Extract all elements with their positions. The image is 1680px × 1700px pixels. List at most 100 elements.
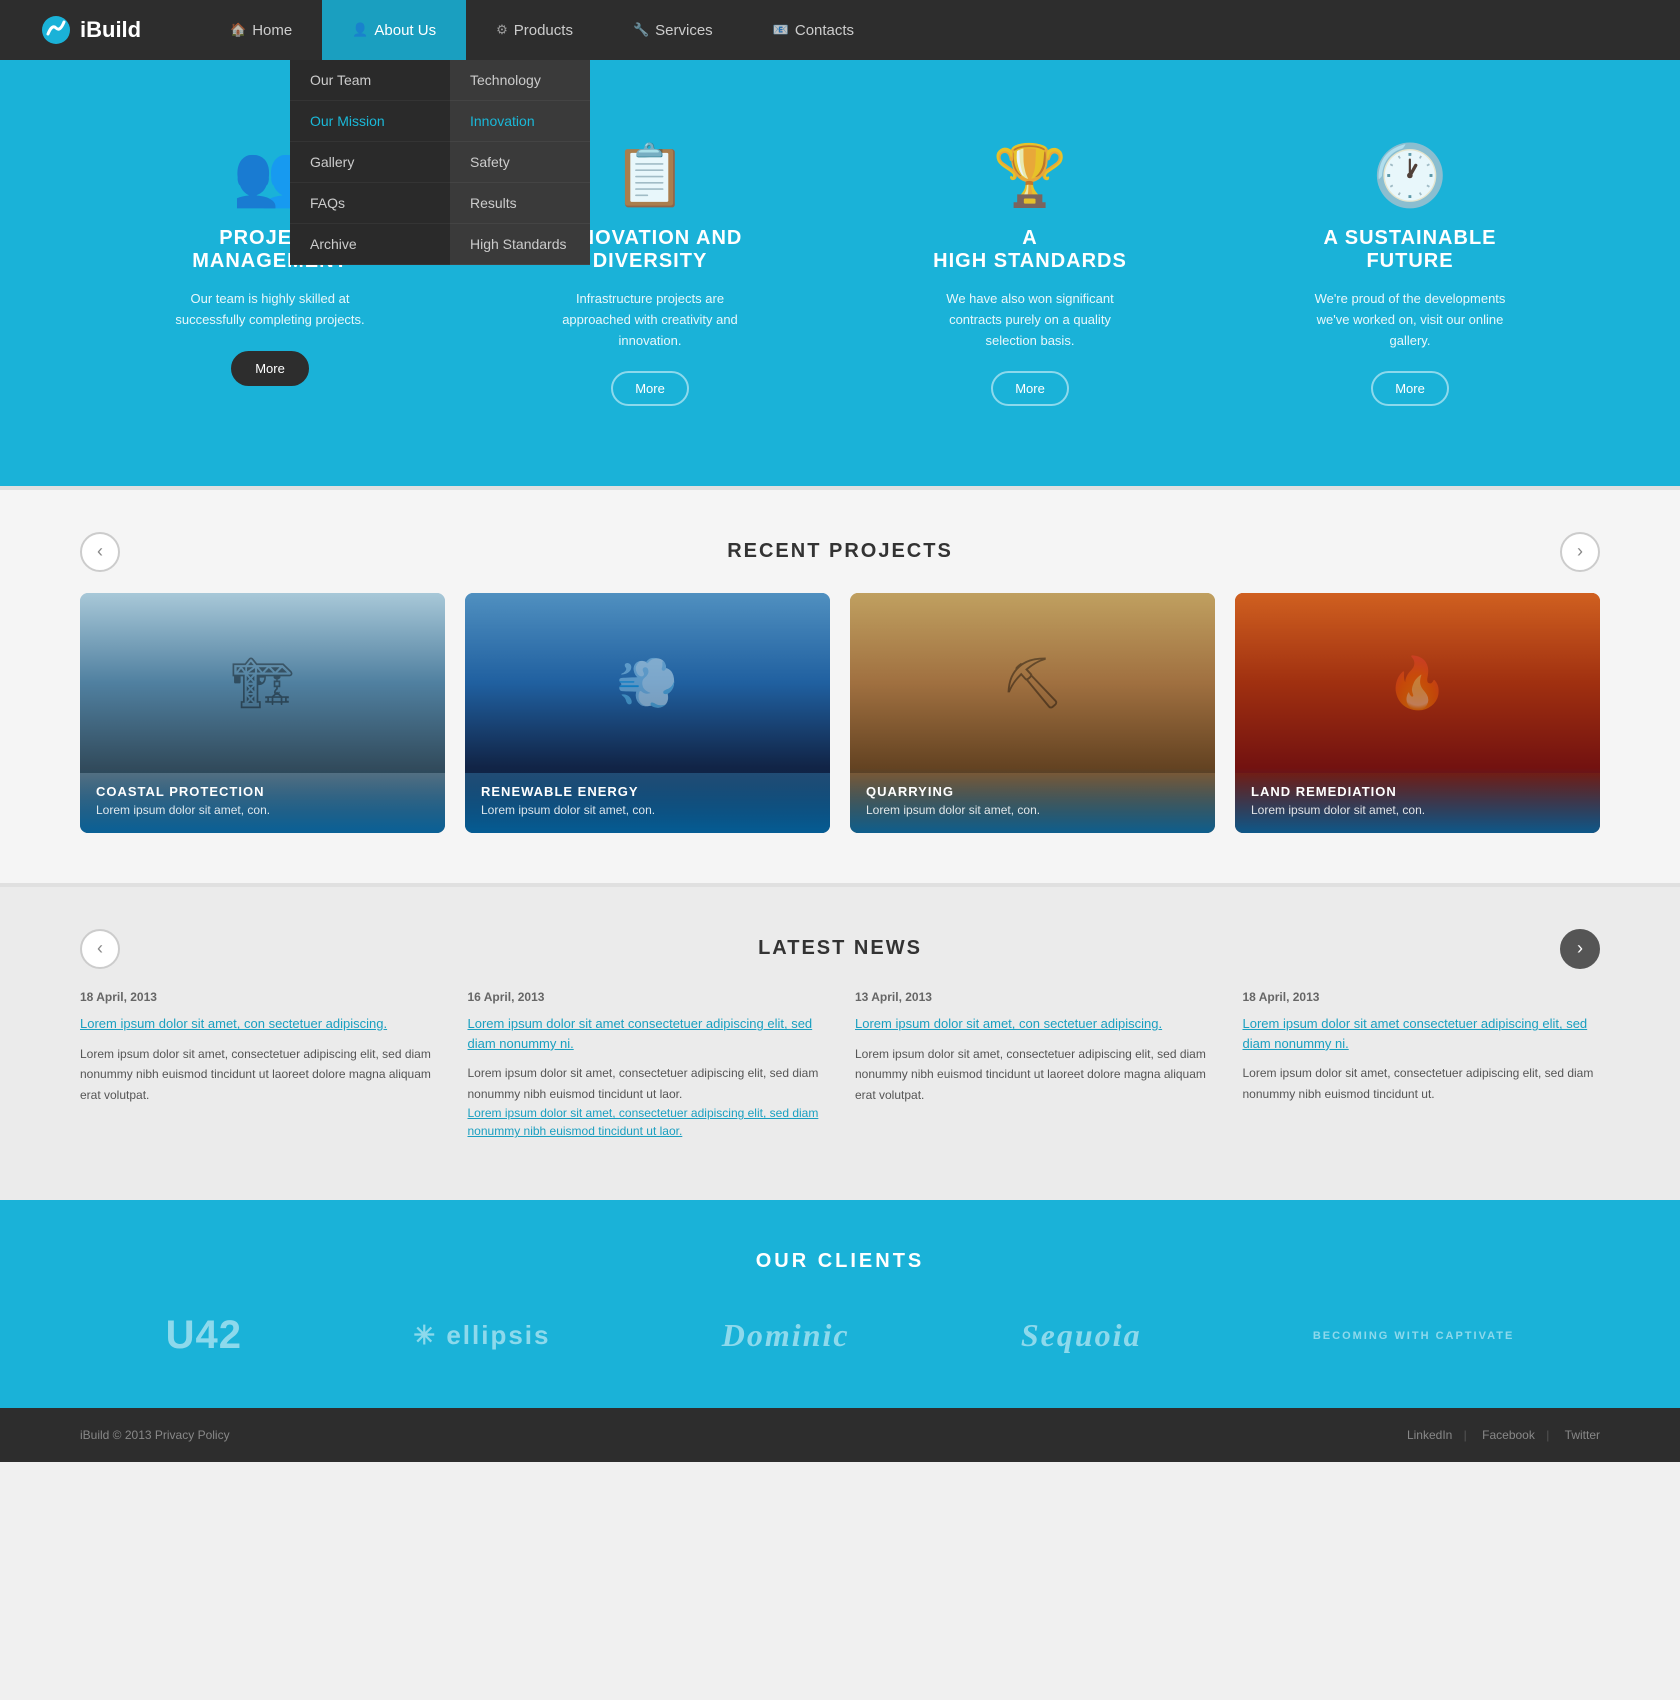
news-date-2: 13 April, 2013 [855,990,1213,1004]
footer-link-linkedin[interactable]: LinkedIn [1407,1428,1452,1442]
recent-projects-title: RECENT PROJECTS [727,540,953,563]
project-card-0[interactable]: 🏗 COASTAL PROTECTION Lorem ipsum dolor s… [80,593,445,833]
project-name-3: LAND REMEDIATION [1251,784,1584,799]
news-card-3: 18 April, 2013 Lorem ipsum dolor sit ame… [1243,990,1601,1150]
projects-grid: 🏗 COASTAL PROTECTION Lorem ipsum dolor s… [80,593,1600,833]
dropdown-item-ourteam[interactable]: Our Team [290,60,450,101]
clients-title: OUR CLIENTS [80,1250,1600,1273]
hero-title-3: A SUSTAINABLE FUTURE [1310,227,1510,273]
news-title-0[interactable]: Lorem ipsum dolor sit amet, con sectetue… [80,1014,438,1034]
project-overlay-1: RENEWABLE ENERGY Lorem ipsum dolor sit a… [465,768,830,833]
brand-logo[interactable]: iBuild [0,14,200,46]
client-logo-u42[interactable]: U42 [166,1313,242,1358]
brand-name: iBuild [80,17,141,43]
dropdown-item-highstandards[interactable]: High Standards [450,224,590,265]
recent-projects-section: ‹ RECENT PROJECTS › 🏗 COASTAL PROTECTION… [0,490,1680,883]
latest-news-header: ‹ LATEST NEWS › [80,937,1600,960]
hero-btn-0[interactable]: More [231,351,309,386]
project-desc-1: Lorem ipsum dolor sit amet, con. [481,803,814,817]
project-card-2[interactable]: ⛏ QUARRYING Lorem ipsum dolor sit amet, … [850,593,1215,833]
news-date-3: 18 April, 2013 [1243,990,1601,1004]
gear-icon: ⚙ [496,22,508,38]
news-card-0: 18 April, 2013 Lorem ipsum dolor sit ame… [80,990,438,1150]
hero-icon-2: 🏆 [930,140,1130,211]
recent-projects-header: ‹ RECENT PROJECTS › [80,540,1600,563]
dropdown-item-safety[interactable]: Safety [450,142,590,183]
project-card-3[interactable]: 🔥 LAND REMEDIATION Lorem ipsum dolor sit… [1235,593,1600,833]
project-overlay-3: LAND REMEDIATION Lorem ipsum dolor sit a… [1235,768,1600,833]
client-logo-sequoia[interactable]: Sequoia [1021,1317,1142,1354]
client-logo-captivate[interactable]: BECOMING WITH CAPTIVATE [1313,1330,1514,1342]
news-grid: 18 April, 2013 Lorem ipsum dolor sit ame… [80,990,1600,1150]
hero-desc-3: We're proud of the developments we've wo… [1310,289,1510,351]
dropdown-item-mission[interactable]: Our Mission [290,101,450,142]
projects-prev-button[interactable]: ‹ [80,532,120,572]
project-name-1: RENEWABLE ENERGY [481,784,814,799]
dropdown-col-2: Technology Innovation Safety Results Hig… [450,60,590,265]
hero-card-3: 🕐 A SUSTAINABLE FUTURE We're proud of th… [1290,120,1530,426]
footer-link-twitter[interactable]: Twitter [1565,1428,1600,1442]
hero-desc-0: Our team is highly skilled at successful… [170,289,370,331]
footer-copy: iBuild © 2013 Privacy Policy [80,1428,230,1442]
client-logo-ellipsis[interactable]: ✳ ellipsis [413,1320,550,1351]
footer: iBuild © 2013 Privacy Policy LinkedIn | … [0,1408,1680,1462]
nav-home[interactable]: 🏠 Home [200,0,322,60]
project-overlay-0: COASTAL PROTECTION Lorem ipsum dolor sit… [80,768,445,833]
project-desc-2: Lorem ipsum dolor sit amet, con. [866,803,1199,817]
project-name-2: QUARRYING [866,784,1199,799]
news-prev-button[interactable]: ‹ [80,929,120,969]
news-title-3[interactable]: Lorem ipsum dolor sit amet consectetuer … [1243,1014,1601,1053]
hero-btn-1[interactable]: More [611,371,689,406]
news-title-2[interactable]: Lorem ipsum dolor sit amet, con sectetue… [855,1014,1213,1034]
news-extra-link-1[interactable]: Lorem ipsum dolor sit amet, consectetuer… [468,1104,826,1140]
project-desc-0: Lorem ipsum dolor sit amet, con. [96,803,429,817]
project-overlay-2: QUARRYING Lorem ipsum dolor sit amet, co… [850,768,1215,833]
nav-contacts[interactable]: 📧 Contacts [743,0,884,60]
news-next-button[interactable]: › [1560,929,1600,969]
nav-about[interactable]: 👤 About Us [322,0,466,60]
news-body-0: Lorem ipsum dolor sit amet, consectetuer… [80,1044,438,1105]
hero-desc-1: Infrastructure projects are approached w… [550,289,750,351]
latest-news-section: ‹ LATEST NEWS › 18 April, 2013 Lorem ips… [0,887,1680,1200]
clients-section: OUR CLIENTS U42 ✳ ellipsis Dominic Sequo… [0,1200,1680,1408]
dropdown-item-technology[interactable]: Technology [450,60,590,101]
dropdown-col-1: Our Team Our Mission Gallery FAQs Archiv… [290,60,450,265]
dropdown-item-results[interactable]: Results [450,183,590,224]
project-card-1[interactable]: 💨 RENEWABLE ENERGY Lorem ipsum dolor sit… [465,593,830,833]
dropdown-item-faqs[interactable]: FAQs [290,183,450,224]
news-body-2: Lorem ipsum dolor sit amet, consectetuer… [855,1044,1213,1105]
news-body-1: Lorem ipsum dolor sit amet, consectetuer… [468,1063,826,1104]
nav-links: 🏠 Home 👤 About Us ⚙ Products 🔧 Services … [200,0,1680,60]
nav-products[interactable]: ⚙ Products [466,0,603,60]
projects-next-button[interactable]: › [1560,532,1600,572]
news-card-1: 16 April, 2013 Lorem ipsum dolor sit ame… [468,990,826,1150]
news-date-1: 16 April, 2013 [468,990,826,1004]
about-dropdown: Our Team Our Mission Gallery FAQs Archiv… [290,60,590,265]
wrench-icon: 🔧 [633,22,649,38]
hero-desc-2: We have also won significant contracts p… [930,289,1130,351]
dropdown-item-archive[interactable]: Archive [290,224,450,265]
dropdown-item-innovation[interactable]: Innovation [450,101,590,142]
hero-title-2: A HIGH STANDARDS [930,227,1130,273]
envelope-icon: 📧 [773,22,789,38]
person-icon: 👤 [352,22,368,38]
footer-link-facebook[interactable]: Facebook [1482,1428,1535,1442]
project-name-0: COASTAL PROTECTION [96,784,429,799]
client-logo-dominic[interactable]: Dominic [722,1317,850,1354]
hero-btn-3[interactable]: More [1371,371,1449,406]
news-date-0: 18 April, 2013 [80,990,438,1004]
navbar: iBuild 🏠 Home 👤 About Us ⚙ Products 🔧 Se… [0,0,1680,60]
hero-icon-3: 🕐 [1310,140,1510,211]
dropdown-item-gallery[interactable]: Gallery [290,142,450,183]
clients-logos: U42 ✳ ellipsis Dominic Sequoia BECOMING … [80,1313,1600,1358]
news-body-3: Lorem ipsum dolor sit amet, consectetuer… [1243,1063,1601,1104]
footer-links: LinkedIn | Facebook | Twitter [1399,1428,1600,1442]
news-title-1[interactable]: Lorem ipsum dolor sit amet consectetuer … [468,1014,826,1053]
latest-news-title: LATEST NEWS [758,937,922,960]
hero-btn-2[interactable]: More [991,371,1069,406]
project-desc-3: Lorem ipsum dolor sit amet, con. [1251,803,1584,817]
home-icon: 🏠 [230,22,246,38]
nav-services[interactable]: 🔧 Services [603,0,743,60]
hero-card-2: 🏆 A HIGH STANDARDS We have also won sign… [910,120,1150,426]
news-card-2: 13 April, 2013 Lorem ipsum dolor sit ame… [855,990,1213,1150]
